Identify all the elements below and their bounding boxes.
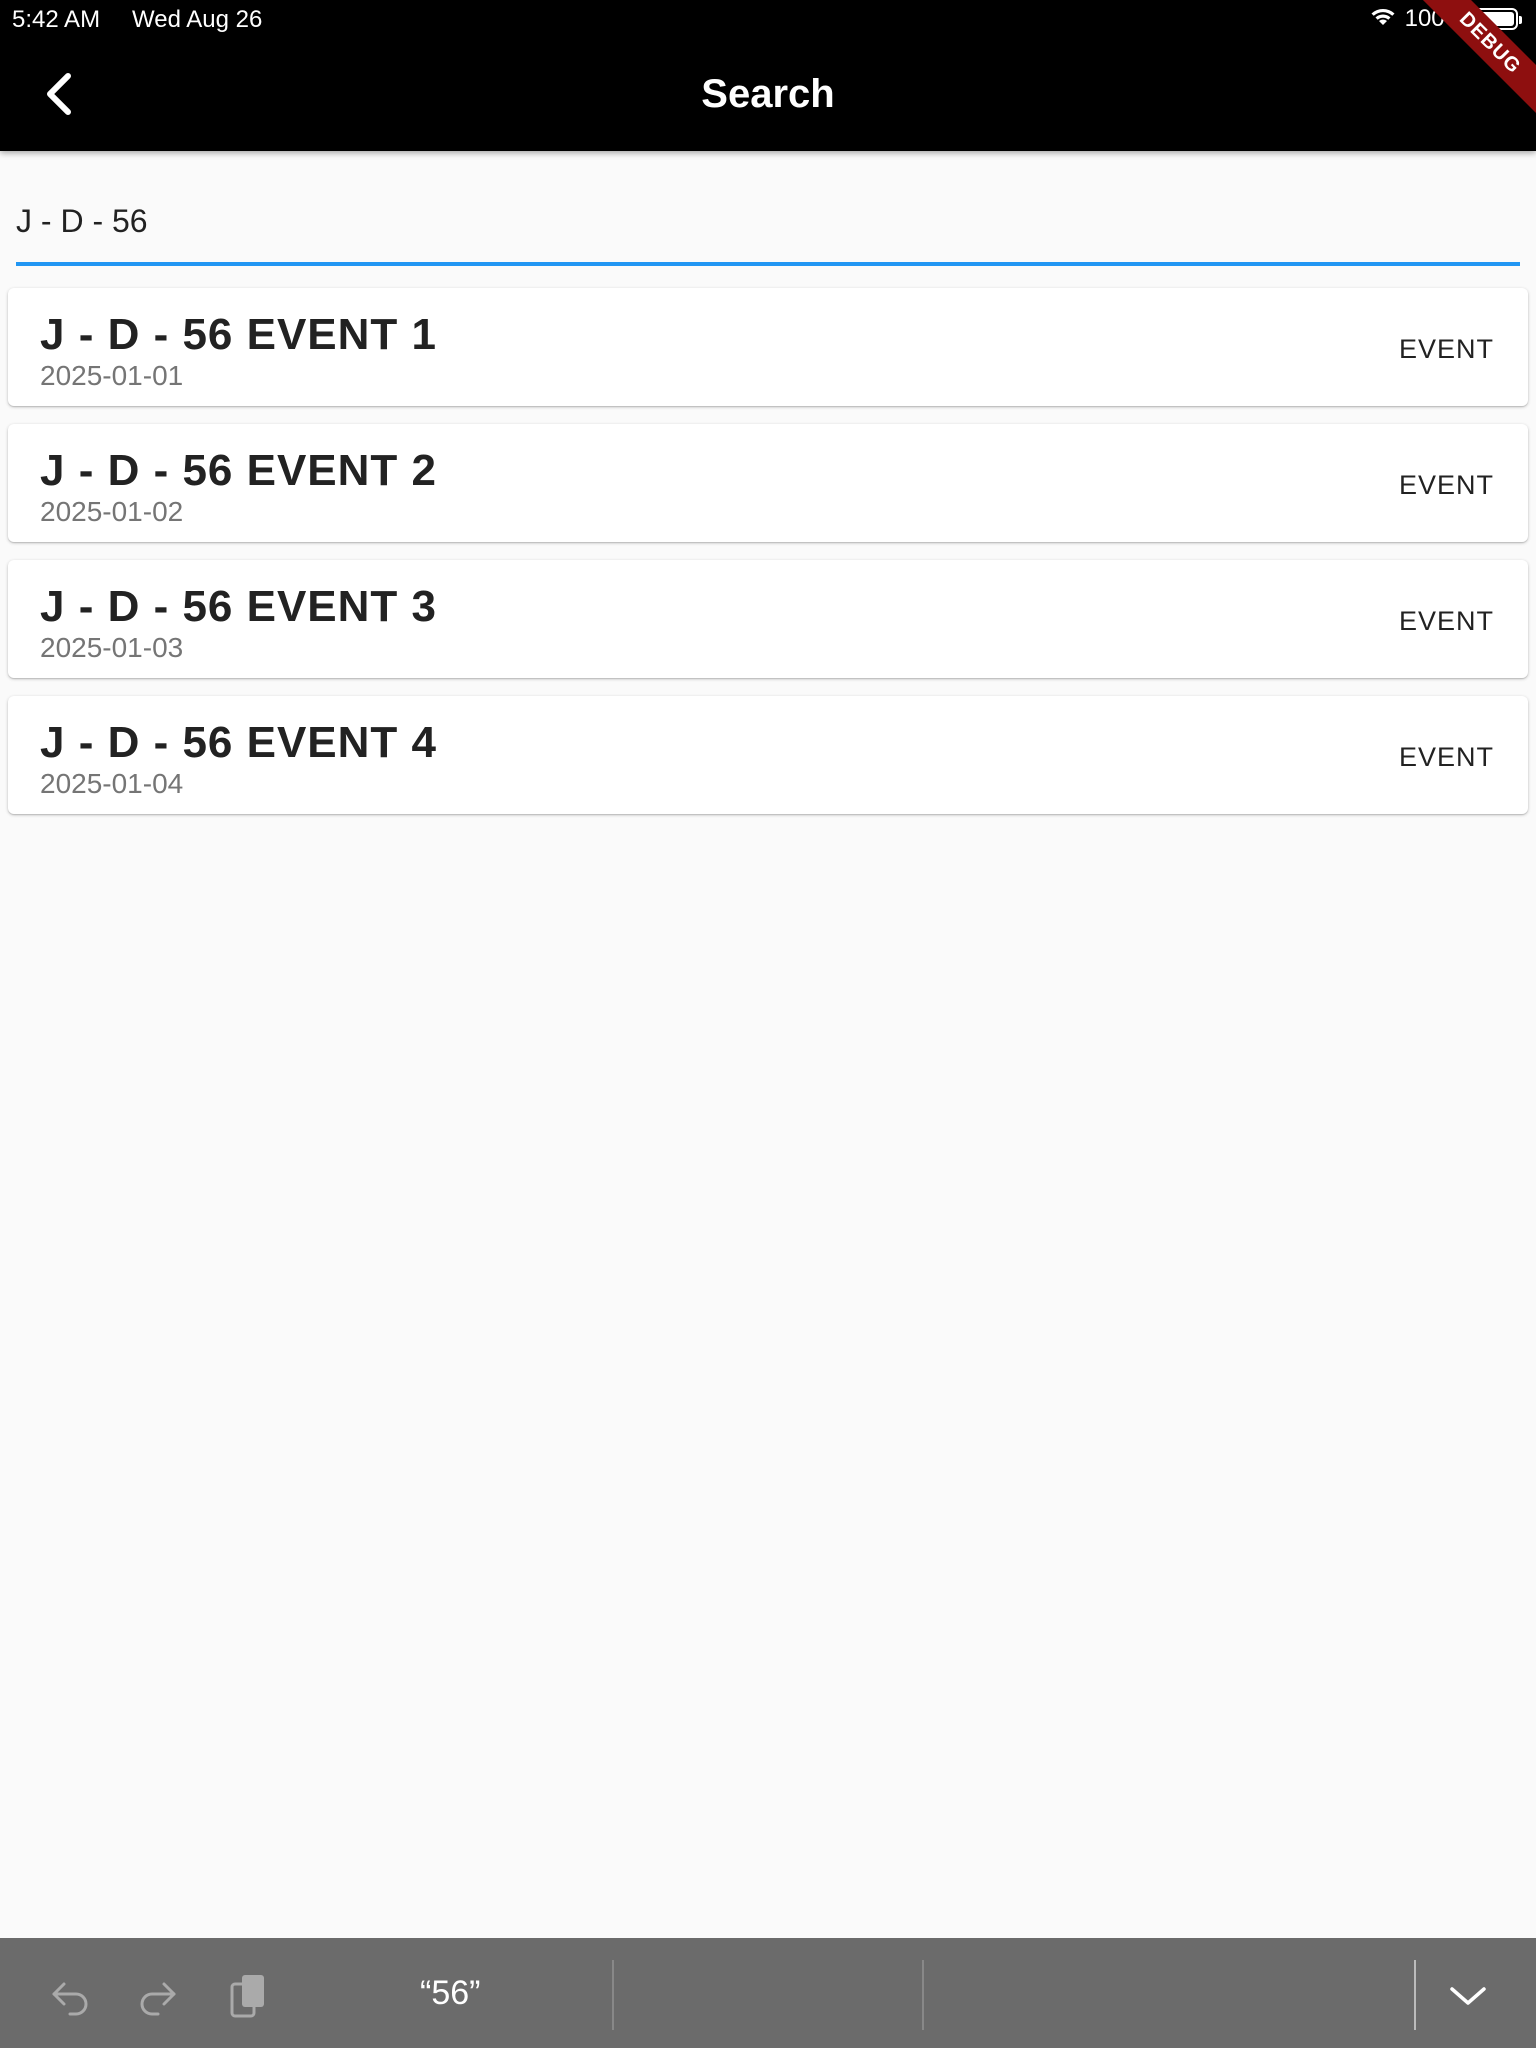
result-date: 2025-01-02 <box>40 496 184 527</box>
undo-button[interactable] <box>40 1968 100 2024</box>
result-type: EVENT <box>1398 606 1494 636</box>
result-title: J - D - 56 EVENT 1 <box>40 310 438 359</box>
redo-icon <box>140 1982 176 2016</box>
undo-icon <box>52 1982 88 2016</box>
result-card[interactable]: J - D - 56 EVENT 4 2025-01-04 EVENT <box>8 696 1528 814</box>
clipboard-icon <box>230 1975 264 2018</box>
search-field[interactable] <box>16 180 1520 266</box>
status-date: Wed Aug 26 <box>132 6 263 33</box>
result-card[interactable]: J - D - 56 EVENT 2 2025-01-02 EVENT <box>8 424 1528 542</box>
suggestion-divider <box>1414 1960 1416 2030</box>
keyboard-shortcut-bar: “56” <box>0 1938 1536 2048</box>
result-date: 2025-01-03 <box>40 632 184 663</box>
result-type: EVENT <box>1398 742 1494 772</box>
dismiss-keyboard-button[interactable] <box>1438 1968 1498 2024</box>
wifi-icon <box>1369 6 1397 33</box>
app-bar: 5:42 AM Wed Aug 26 100% Search DEBUG <box>0 0 1536 151</box>
suggestion-divider <box>612 1960 614 2030</box>
chevron-down-icon <box>1450 1987 1486 2005</box>
redo-button[interactable] <box>128 1968 188 2024</box>
page-title: Search <box>701 72 835 116</box>
suggestion-divider <box>922 1960 924 2030</box>
search-underline <box>16 262 1520 266</box>
result-card[interactable]: J - D - 56 EVENT 3 2025-01-03 EVENT <box>8 560 1528 678</box>
result-date: 2025-01-04 <box>40 768 184 799</box>
result-title: J - D - 56 EVENT 3 <box>40 582 438 631</box>
result-type: EVENT <box>1398 334 1494 364</box>
result-title: J - D - 56 EVENT 4 <box>40 718 438 767</box>
results-list: J - D - 56 EVENT 1 2025-01-01 EVENT J - … <box>8 288 1528 832</box>
result-date: 2025-01-01 <box>40 360 184 391</box>
result-title: J - D - 56 EVENT 2 <box>40 446 438 495</box>
status-time: 5:42 AM <box>12 6 101 33</box>
autocorrect-suggestion[interactable]: “56” <box>420 1974 480 2013</box>
result-type: EVENT <box>1398 470 1494 500</box>
search-input[interactable] <box>16 180 1520 262</box>
paste-button[interactable] <box>218 1968 278 2024</box>
result-card[interactable]: J - D - 56 EVENT 1 2025-01-01 EVENT <box>8 288 1528 406</box>
